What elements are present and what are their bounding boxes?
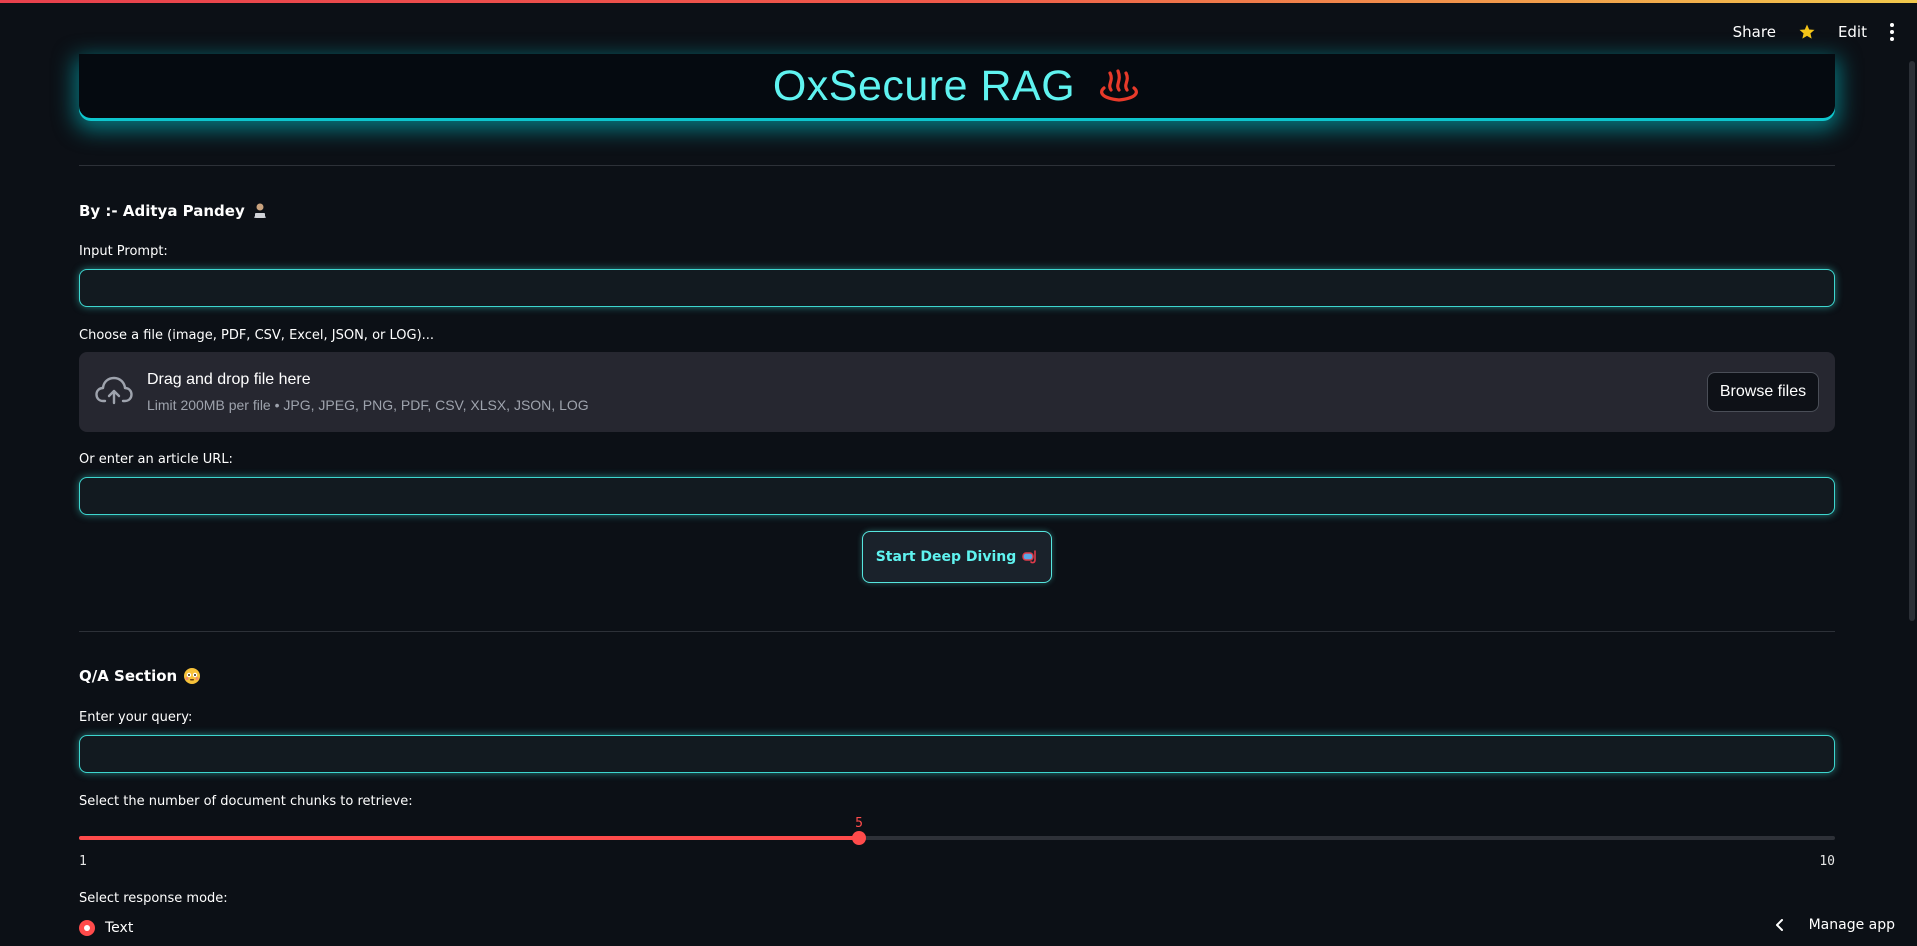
qa-heading: Q/A Section	[79, 667, 201, 685]
star-icon[interactable]	[1798, 23, 1816, 41]
prompt-label: Input Prompt:	[79, 244, 168, 259]
divider	[79, 631, 1835, 632]
query-input[interactable]	[79, 735, 1835, 773]
technologist-icon	[253, 203, 266, 218]
scrollbar-thumb[interactable]	[1909, 61, 1915, 621]
radio-option-text[interactable]: Text	[79, 920, 133, 936]
manage-app-label: Manage app	[1808, 917, 1895, 933]
diving-mask-icon	[1022, 550, 1037, 564]
page-title: OxSecure RAG	[772, 61, 1076, 110]
start-deep-diving-button[interactable]: Start Deep Diving	[862, 531, 1052, 583]
manage-app-button[interactable]: Manage app	[1775, 914, 1895, 936]
radio-option-label: Text	[105, 920, 134, 936]
chevron-left-icon	[1775, 919, 1783, 931]
slider-thumb[interactable]	[852, 831, 866, 845]
dropzone-limits: Limit 200MB per file • JPG, JPEG, PNG, P…	[147, 397, 589, 413]
browse-files-button[interactable]: Browse files	[1707, 372, 1819, 412]
qa-heading-text: Q/A Section	[79, 667, 178, 685]
slider-current-value: 5	[855, 816, 863, 831]
app-header: Share Edit	[1497, 3, 1917, 61]
author-heading: By :- Aditya Pandey	[79, 202, 269, 220]
slider-max-value: 10	[1819, 854, 1835, 869]
radio-selected-icon[interactable]	[79, 920, 95, 936]
divider	[79, 165, 1835, 166]
scrollbar[interactable]	[1907, 61, 1917, 621]
dropzone-title: Drag and drop file here	[147, 371, 311, 388]
chunks-slider-label: Select the number of document chunks to …	[79, 794, 413, 809]
chunks-slider[interactable]: 5	[79, 816, 1835, 856]
file-uploader-label: Choose a file (image, PDF, CSV, Excel, J…	[79, 328, 435, 343]
prompt-input[interactable]	[79, 269, 1835, 307]
slider-fill	[79, 836, 859, 840]
author-text: By :- Aditya Pandey	[79, 202, 245, 220]
title-card: OxSecure RAG	[79, 54, 1835, 118]
cloud-upload-icon	[95, 376, 133, 405]
share-button[interactable]: Share	[1733, 23, 1776, 41]
edit-button[interactable]: Edit	[1838, 23, 1867, 41]
more-options-icon[interactable]	[1889, 23, 1895, 41]
flushed-face-icon	[184, 668, 201, 684]
query-label: Enter your query:	[79, 710, 193, 725]
url-label: Or enter an article URL:	[79, 452, 233, 467]
response-mode-label: Select response mode:	[79, 891, 228, 906]
article-url-input[interactable]	[79, 477, 1835, 515]
slider-min-value: 1	[79, 854, 87, 869]
file-dropzone[interactable]: Drag and drop file here Limit 200MB per …	[79, 352, 1835, 432]
start-button-label: Start Deep Diving	[875, 549, 1017, 565]
hot-springs-icon	[1100, 69, 1139, 102]
